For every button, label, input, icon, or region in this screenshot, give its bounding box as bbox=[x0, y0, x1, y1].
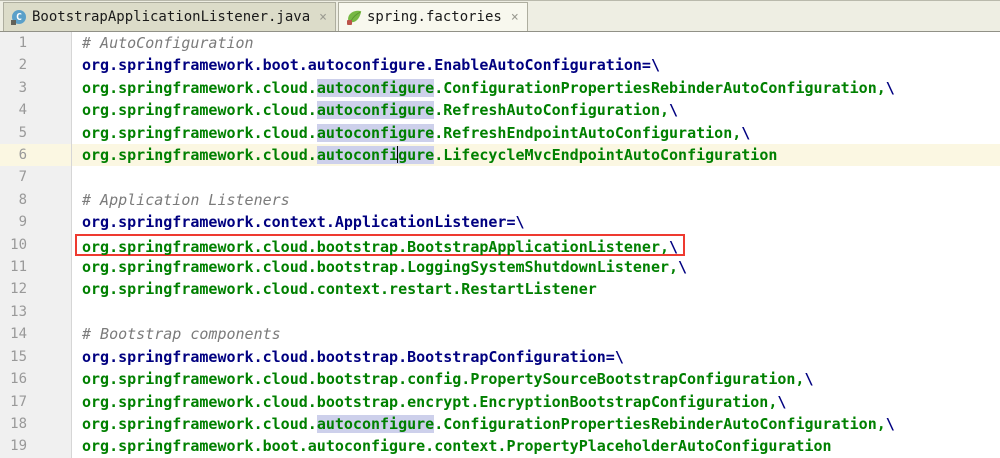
code-token-value: org.springframework.cloud.bootstrap.Boot… bbox=[82, 237, 669, 256]
code-token-hl: autoconfigure bbox=[316, 123, 435, 142]
code-token-value: org.springframework.cloud. bbox=[82, 78, 317, 97]
code-token-value: .LifecycleMvcEndpointAutoConfiguration bbox=[434, 146, 778, 165]
code-line[interactable]: 12 org.springframework.cloud.context.rest… bbox=[0, 278, 1000, 301]
code-token-value: .RefreshAutoConfiguration, bbox=[434, 101, 670, 120]
code-line[interactable]: 18 org.springframework.cloud.autoconfigur… bbox=[0, 412, 1000, 436]
annotation-highlight-box: org.springframework.cloud.bootstrap.Boot… bbox=[75, 233, 686, 257]
code-token-key: org.springframework.context.ApplicationL… bbox=[82, 213, 525, 232]
code-token-esc: \ bbox=[669, 101, 679, 120]
line-number: 16 bbox=[0, 368, 72, 391]
line-number: 19 bbox=[0, 435, 72, 458]
code-token-comment: # Bootstrap components bbox=[82, 325, 281, 344]
code-token-esc: \ bbox=[885, 78, 895, 97]
code-token-esc: \ bbox=[804, 370, 814, 389]
leaf-badge-icon bbox=[346, 20, 352, 25]
code-token-hl: autoconfi bbox=[316, 146, 399, 165]
line-number: 17 bbox=[0, 390, 72, 413]
code-token-esc: \ bbox=[678, 258, 688, 277]
class-badge-icon bbox=[11, 20, 16, 25]
ide-window: C BootstrapApplicationListener.java × sp… bbox=[0, 0, 1000, 458]
code-token-esc: \ bbox=[777, 392, 787, 411]
code-token-value: org.springframework.boot.autoconfigure.c… bbox=[82, 437, 832, 456]
code-token-value: org.springframework.cloud.bootstrap.conf… bbox=[82, 370, 805, 389]
java-class-icon: C bbox=[11, 9, 27, 25]
code-line[interactable]: 15 org.springframework.cloud.bootstrap.Bo… bbox=[0, 345, 1000, 369]
code-token-comment: # Application Listeners bbox=[82, 190, 290, 209]
code-token-value: .ConfigurationPropertiesRebinderAutoConf… bbox=[434, 78, 886, 97]
line-number: 5 bbox=[0, 121, 72, 145]
close-tab-icon[interactable]: × bbox=[511, 10, 519, 25]
code-line[interactable]: 3 org.springframework.cloud.autoconfigure… bbox=[0, 76, 1000, 100]
code-line[interactable]: 10 org.springframework.cloud.bootstrap.Bo… bbox=[0, 233, 1000, 257]
line-number: 10 bbox=[0, 233, 72, 257]
code-line[interactable]: 4 org.springframework.cloud.autoconfigure… bbox=[0, 99, 1000, 122]
code-token-value: org.springframework.cloud. bbox=[82, 123, 317, 142]
editor-tab-bar: C BootstrapApplicationListener.java × sp… bbox=[0, 1, 1000, 32]
code-line[interactable]: 6 org.springframework.cloud.autoconfigure… bbox=[0, 144, 1000, 167]
close-tab-icon[interactable]: × bbox=[319, 10, 327, 25]
code-token-esc: \ bbox=[741, 123, 751, 142]
code-token-key: org.springframework.boot.autoconfigure.E… bbox=[82, 56, 660, 75]
code-line[interactable]: 9 org.springframework.context.Application… bbox=[0, 211, 1000, 234]
tab-label: spring.factories bbox=[366, 9, 502, 25]
code-line[interactable]: 14 # Bootstrap components bbox=[0, 323, 1000, 346]
code-token-hl: autoconfigure bbox=[316, 101, 435, 120]
code-line[interactable]: 2 org.springframework.boot.autoconfigure.… bbox=[0, 54, 1000, 77]
code-token-value: org.springframework.cloud. bbox=[82, 101, 317, 120]
code-token-value: org.springframework.cloud.bootstrap.Logg… bbox=[82, 258, 679, 277]
code-line[interactable]: 16 org.springframework.cloud.bootstrap.co… bbox=[0, 368, 1000, 391]
code-token-value: org.springframework.cloud. bbox=[82, 146, 317, 165]
code-token-esc: \ bbox=[885, 414, 895, 433]
line-number: 11 bbox=[0, 256, 72, 279]
line-number: 4 bbox=[0, 99, 72, 122]
line-number: 2 bbox=[0, 54, 72, 77]
code-line[interactable]: 19 org.springframework.boot.autoconfigure… bbox=[0, 435, 1000, 458]
code-line[interactable]: 17 org.springframework.cloud.bootstrap.en… bbox=[0, 390, 1000, 413]
line-number: 6 bbox=[0, 144, 72, 167]
spring-leaf-icon bbox=[346, 9, 362, 25]
code-line[interactable]: 13 bbox=[0, 300, 1000, 324]
code-line[interactable]: 1 # AutoConfiguration bbox=[0, 32, 1000, 55]
code-token-hl: gure bbox=[398, 146, 435, 165]
line-number: 7 bbox=[0, 166, 72, 189]
line-number: 9 bbox=[0, 211, 72, 234]
code-token-value: org.springframework.cloud.context.restar… bbox=[82, 280, 597, 299]
tab-bootstrapapplicationlistener-java[interactable]: C BootstrapApplicationListener.java × bbox=[3, 2, 336, 31]
code-token-value: .ConfigurationPropertiesRebinderAutoConf… bbox=[434, 414, 886, 433]
code-token-hl: autoconfigure bbox=[316, 414, 435, 433]
code-token-key: org.springframework.cloud.bootstrap.Boot… bbox=[82, 347, 624, 366]
code-line[interactable]: 11 org.springframework.cloud.bootstrap.Lo… bbox=[0, 256, 1000, 279]
line-number: 15 bbox=[0, 345, 72, 369]
line-number: 13 bbox=[0, 300, 72, 324]
code-token-hl: autoconfigure bbox=[316, 78, 435, 97]
code-line[interactable]: 5 org.springframework.cloud.autoconfigure… bbox=[0, 121, 1000, 145]
tab-spring-factories[interactable]: spring.factories × bbox=[337, 2, 528, 31]
line-number: 8 bbox=[0, 188, 72, 212]
code-token-esc: \ bbox=[669, 237, 679, 256]
line-number: 12 bbox=[0, 278, 72, 301]
code-token-comment: # AutoConfiguration bbox=[82, 34, 254, 52]
line-number: 18 bbox=[0, 412, 72, 436]
code-editor[interactable]: 1 # AutoConfiguration 2 org.springframework… bbox=[0, 32, 1000, 458]
line-number: 1 bbox=[0, 32, 72, 55]
tab-label: BootstrapApplicationListener.java bbox=[32, 9, 311, 25]
line-number: 3 bbox=[0, 76, 72, 100]
code-line[interactable]: 7 bbox=[0, 166, 1000, 189]
line-number: 14 bbox=[0, 323, 72, 346]
code-line[interactable]: 8 # Application Listeners bbox=[0, 188, 1000, 212]
code-token-value: .RefreshEndpointAutoConfiguration, bbox=[434, 123, 742, 142]
code-token-value: org.springframework.cloud. bbox=[82, 414, 317, 433]
code-token-value: org.springframework.cloud.bootstrap.encr… bbox=[82, 392, 778, 411]
